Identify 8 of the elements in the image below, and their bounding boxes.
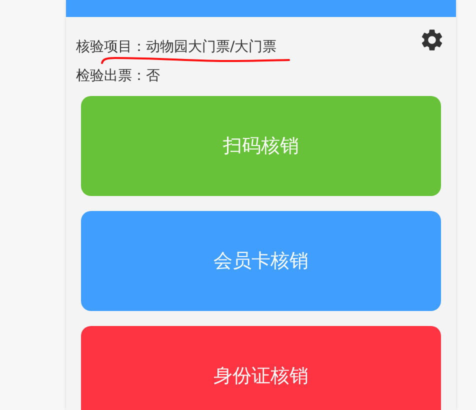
- info-value: 否: [146, 68, 160, 84]
- info-value: 动物园大门票/大门票: [146, 39, 277, 55]
- action-button[interactable]: 身份证核销: [81, 326, 441, 410]
- action-button[interactable]: 扫码核销: [81, 96, 441, 196]
- action-button[interactable]: 会员卡核销: [81, 211, 441, 311]
- settings-icon[interactable]: [419, 27, 445, 53]
- info-label: 检验出票：: [76, 68, 146, 84]
- info-label: 核验项目：: [76, 39, 146, 55]
